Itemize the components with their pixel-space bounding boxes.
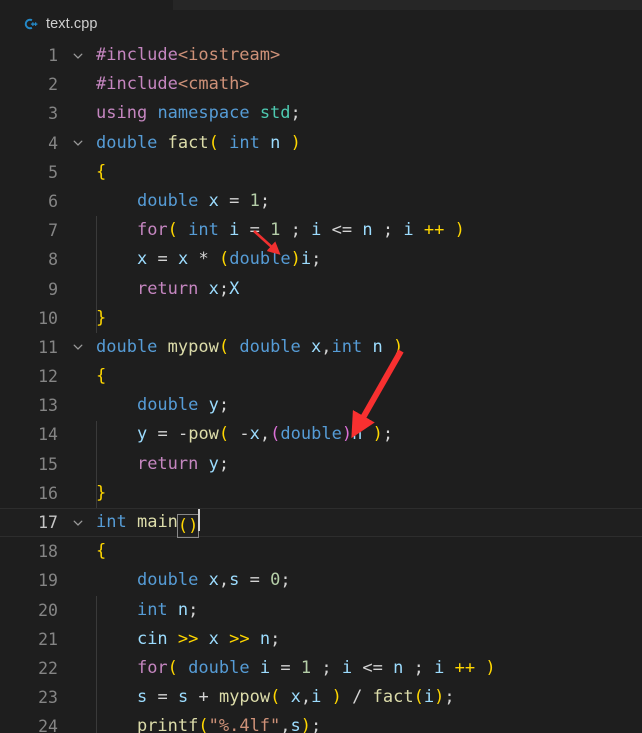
line-code[interactable]: }: [96, 304, 106, 333]
editor-line[interactable]: 4 double fact( int n ): [0, 129, 642, 158]
code-editor-window: text.cpp 1 #include<iostream> 2 #include<cm…: [0, 0, 642, 733]
line-number[interactable]: 12: [0, 362, 58, 391]
line-number[interactable]: 8: [0, 245, 58, 274]
tab-bar-empty-area: [173, 0, 642, 10]
line-number[interactable]: 3: [0, 99, 58, 128]
line-code[interactable]: return y;: [96, 450, 229, 479]
line-number[interactable]: 6: [0, 187, 58, 216]
editor-line[interactable]: 23 s = s + mypow( x,i ) / fact(i);: [0, 683, 642, 712]
editor-line[interactable]: 9 return x;X: [0, 275, 642, 304]
line-code[interactable]: {: [96, 537, 106, 566]
editor-surface[interactable]: 1 #include<iostream> 2 #include<cmath> 3 usin…: [0, 41, 642, 733]
line-number[interactable]: 17: [0, 508, 58, 537]
line-number[interactable]: 16: [0, 479, 58, 508]
line-code[interactable]: double mypow( double x,int n ): [96, 333, 403, 362]
editor-line[interactable]: 19 double x,s = 0;: [0, 566, 642, 595]
line-number[interactable]: 13: [0, 391, 58, 420]
line-number[interactable]: 7: [0, 216, 58, 245]
line-code[interactable]: printf("%.4lf",s);: [96, 712, 321, 733]
editor-line[interactable]: 15 return y;: [0, 450, 642, 479]
line-number[interactable]: 10: [0, 304, 58, 333]
editor-line[interactable]: 24 printf("%.4lf",s);: [0, 712, 642, 733]
editor-line[interactable]: 2 #include<cmath>: [0, 70, 642, 99]
line-number[interactable]: 5: [0, 158, 58, 187]
cpp-file-icon: [24, 18, 38, 30]
line-code[interactable]: {: [96, 158, 106, 187]
line-number[interactable]: 2: [0, 70, 58, 99]
line-code[interactable]: return x;X: [96, 275, 239, 304]
editor-line[interactable]: 18 {: [0, 537, 642, 566]
fold-chevron-down-icon[interactable]: [70, 508, 86, 537]
editor-line[interactable]: 6 double x = 1;: [0, 187, 642, 216]
editor-line[interactable]: 3 using namespace std;: [0, 99, 642, 128]
bracket-match-highlight: (): [176, 514, 200, 538]
text-cursor: [198, 509, 201, 531]
line-number[interactable]: 15: [0, 450, 58, 479]
editor-line[interactable]: 8 x = x * (double)i;: [0, 245, 642, 274]
editor-line[interactable]: 10}: [0, 304, 642, 333]
fold-chevron-down-icon[interactable]: [70, 333, 86, 362]
line-code[interactable]: double fact( int n ): [96, 129, 301, 158]
editor-line[interactable]: 5{: [0, 158, 642, 187]
line-code[interactable]: #include<iostream>: [96, 41, 280, 70]
line-number[interactable]: 4: [0, 129, 58, 158]
line-number[interactable]: 11: [0, 333, 58, 362]
editor-line[interactable]: 20 int n;: [0, 596, 642, 625]
line-number[interactable]: 9: [0, 275, 58, 304]
line-number[interactable]: 1: [0, 41, 58, 70]
line-number[interactable]: 23: [0, 683, 58, 712]
editor-tab-text-cpp[interactable]: text.cpp: [0, 10, 173, 38]
editor-line[interactable]: 12 {: [0, 362, 642, 391]
line-number[interactable]: 21: [0, 625, 58, 654]
line-number[interactable]: 18: [0, 537, 58, 566]
line-code[interactable]: x = x * (double)i;: [96, 245, 321, 274]
tab-bar: [0, 0, 642, 10]
line-code[interactable]: for( int i = 1 ; i <= n ; i ++ ): [96, 216, 465, 245]
line-code[interactable]: double y;: [96, 391, 229, 420]
editor-line[interactable]: 16}: [0, 479, 642, 508]
tab-label: text.cpp: [46, 16, 98, 32]
fold-chevron-down-icon[interactable]: [70, 41, 86, 70]
line-code[interactable]: #include<cmath>: [96, 70, 250, 99]
line-code[interactable]: {: [96, 362, 106, 391]
editor-line[interactable]: 13 double y;: [0, 391, 642, 420]
line-code[interactable]: y = -pow( -x,(double)n );: [96, 420, 393, 449]
line-number[interactable]: 19: [0, 566, 58, 595]
editor-line[interactable]: 22 for( double i = 1 ; i <= n ; i ++ ): [0, 654, 642, 683]
line-code[interactable]: }: [96, 479, 106, 508]
line-code[interactable]: int n;: [96, 596, 198, 625]
line-number[interactable]: 22: [0, 654, 58, 683]
editor-line[interactable]: 21 cin >> x >> n;: [0, 625, 642, 654]
editor-line[interactable]: 17 int main(): [0, 508, 642, 538]
editor-line[interactable]: 14 y = -pow( -x,(double)n );: [0, 420, 642, 449]
line-code[interactable]: double x = 1;: [96, 187, 270, 216]
line-code[interactable]: for( double i = 1 ; i <= n ; i ++ ): [96, 654, 496, 683]
line-code[interactable]: s = s + mypow( x,i ) / fact(i);: [96, 683, 455, 712]
line-code[interactable]: double x,s = 0;: [96, 566, 291, 595]
editor-line[interactable]: 7 for( int i = 1 ; i <= n ; i ++ ): [0, 216, 642, 245]
line-number[interactable]: 14: [0, 420, 58, 449]
editor-line[interactable]: 1 #include<iostream>: [0, 41, 642, 70]
line-code[interactable]: cin >> x >> n;: [96, 625, 280, 654]
editor-line[interactable]: 11 double mypow( double x,int n ): [0, 333, 642, 362]
line-number[interactable]: 20: [0, 596, 58, 625]
line-code[interactable]: using namespace std;: [96, 99, 301, 128]
line-number[interactable]: 24: [0, 712, 58, 733]
fold-chevron-down-icon[interactable]: [70, 129, 86, 158]
line-code[interactable]: int main(): [96, 508, 201, 538]
